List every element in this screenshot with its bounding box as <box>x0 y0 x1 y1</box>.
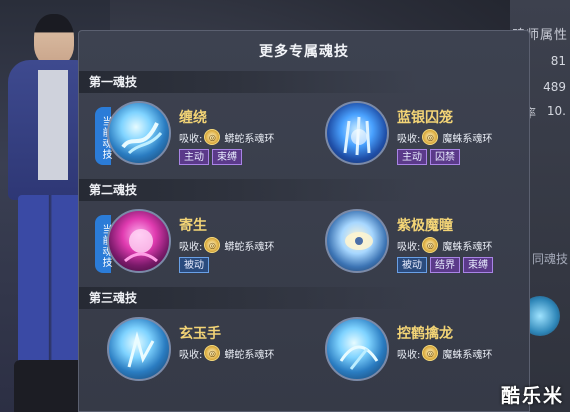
skill-section: 当前魂技 缠绕 吸收: ◎ 蟒蛇系魂环 主动 束缚 蓝银囚笼 吸收: ◎ 魔蛛系… <box>79 93 529 179</box>
skill-card[interactable]: 蓝银囚笼 吸收: ◎ 魔蛛系魂环 主动 囚禁 <box>325 101 525 173</box>
skill-name: 缠绕 <box>179 110 207 126</box>
side-skill-link[interactable]: 同魂技 <box>532 250 568 267</box>
character-boots <box>14 360 88 412</box>
soul-ring-type: 蟒蛇系魂环 <box>224 349 275 361</box>
skill-tag: 囚禁 <box>430 149 460 165</box>
absorb-row: 吸收: ◎ 蟒蛇系魂环 <box>179 237 274 253</box>
absorb-label: 吸收: <box>179 241 203 253</box>
absorb-row: 吸收: ◎ 蟒蛇系魂环 <box>179 345 274 361</box>
skill-name: 玄玉手 <box>179 326 221 342</box>
skill-tags: 被动 结界 束缚 <box>397 257 493 273</box>
skill-tags: 主动 囚禁 <box>397 149 460 165</box>
soul-ring-icon: ◎ <box>422 345 439 361</box>
skill-tags: 主动 束缚 <box>179 149 242 165</box>
skill-card[interactable]: 控鹤擒龙 吸收: ◎ 魔蛛系魂环 <box>325 317 525 389</box>
watermark-logo: 酷乐米 <box>500 385 564 407</box>
exclusive-skills-panel: 更多专属魂技 第一魂技 当前魂技 缠绕 吸收: ◎ 蟒蛇系魂环 主动 束缚 蓝银… <box>78 30 530 412</box>
stat-value: 10. <box>546 104 566 118</box>
absorb-label: 吸收: <box>179 133 203 145</box>
absorb-label: 吸收: <box>397 349 421 361</box>
skill-name: 蓝银囚笼 <box>397 110 453 126</box>
absorb-label: 吸收: <box>179 349 203 361</box>
absorb-label: 吸收: <box>397 241 421 253</box>
soul-ring-type: 蟒蛇系魂环 <box>224 133 275 145</box>
stat-value: 489 <box>543 80 566 94</box>
soul-ring-type: 魔蛛系魂环 <box>442 241 493 253</box>
skill-tag: 束缚 <box>212 149 242 165</box>
soul-ring-icon: ◎ <box>204 345 221 361</box>
skill-name: 寄生 <box>179 218 207 234</box>
blue-cage-skill-icon[interactable] <box>325 101 389 165</box>
absorb-row: 吸收: ◎ 魔蛛系魂环 <box>397 129 492 145</box>
absorb-row: 吸收: ◎ 蟒蛇系魂环 <box>179 129 274 145</box>
soul-ring-type: 魔蛛系魂环 <box>442 133 493 145</box>
parasite-skill-icon[interactable] <box>107 209 171 273</box>
purple-eye-skill-icon[interactable] <box>325 209 389 273</box>
crane-dragon-skill-icon[interactable] <box>325 317 389 381</box>
skill-card[interactable]: 玄玉手 吸收: ◎ 蟒蛇系魂环 <box>107 317 307 389</box>
soul-ring-icon: ◎ <box>422 129 439 145</box>
skill-card[interactable]: 缠绕 吸收: ◎ 蟒蛇系魂环 主动 束缚 <box>107 101 307 173</box>
panel-title: 更多专属魂技 <box>259 44 349 60</box>
skill-tag: 主动 <box>179 149 209 165</box>
soul-ring-icon: ◎ <box>204 237 221 253</box>
absorb-label: 吸收: <box>397 133 421 145</box>
absorb-row: 吸收: ◎ 魔蛛系魂环 <box>397 237 492 253</box>
skill-tag: 结界 <box>430 257 460 273</box>
character-head <box>34 14 74 66</box>
section-header: 第一魂技 <box>79 71 529 93</box>
skill-tag: 主动 <box>397 149 427 165</box>
skill-tag: 被动 <box>179 257 209 273</box>
vine-skill-icon[interactable] <box>107 101 171 165</box>
skill-section: 当前魂技 寄生 吸收: ◎ 蟒蛇系魂环 被动 紫极魔瞳 吸收: ◎ 魔蛛系魂环 … <box>79 201 529 287</box>
soul-ring-type: 魔蛛系魂环 <box>442 349 493 361</box>
jade-hand-skill-icon[interactable] <box>107 317 171 381</box>
skill-card[interactable]: 紫极魔瞳 吸收: ◎ 魔蛛系魂环 被动 结界 束缚 <box>325 209 525 281</box>
section-header: 第三魂技 <box>79 287 529 309</box>
section-header: 第二魂技 <box>79 179 529 201</box>
skill-card[interactable]: 寄生 吸收: ◎ 蟒蛇系魂环 被动 <box>107 209 307 281</box>
character-shirt <box>38 70 68 180</box>
character-legs <box>18 195 84 365</box>
skill-tag: 束缚 <box>463 257 493 273</box>
skill-name: 紫极魔瞳 <box>397 218 453 234</box>
absorb-row: 吸收: ◎ 魔蛛系魂环 <box>397 345 492 361</box>
soul-ring-type: 蟒蛇系魂环 <box>224 241 275 253</box>
skill-section: 玄玉手 吸收: ◎ 蟒蛇系魂环 控鹤擒龙 吸收: ◎ 魔蛛系魂环 <box>79 309 529 395</box>
stat-value: 81 <box>550 54 566 68</box>
soul-ring-icon: ◎ <box>204 129 221 145</box>
skill-tags: 被动 <box>179 257 209 273</box>
soul-ring-icon: ◎ <box>422 237 439 253</box>
skill-name: 控鹤擒龙 <box>397 326 453 342</box>
skill-tag: 被动 <box>397 257 427 273</box>
